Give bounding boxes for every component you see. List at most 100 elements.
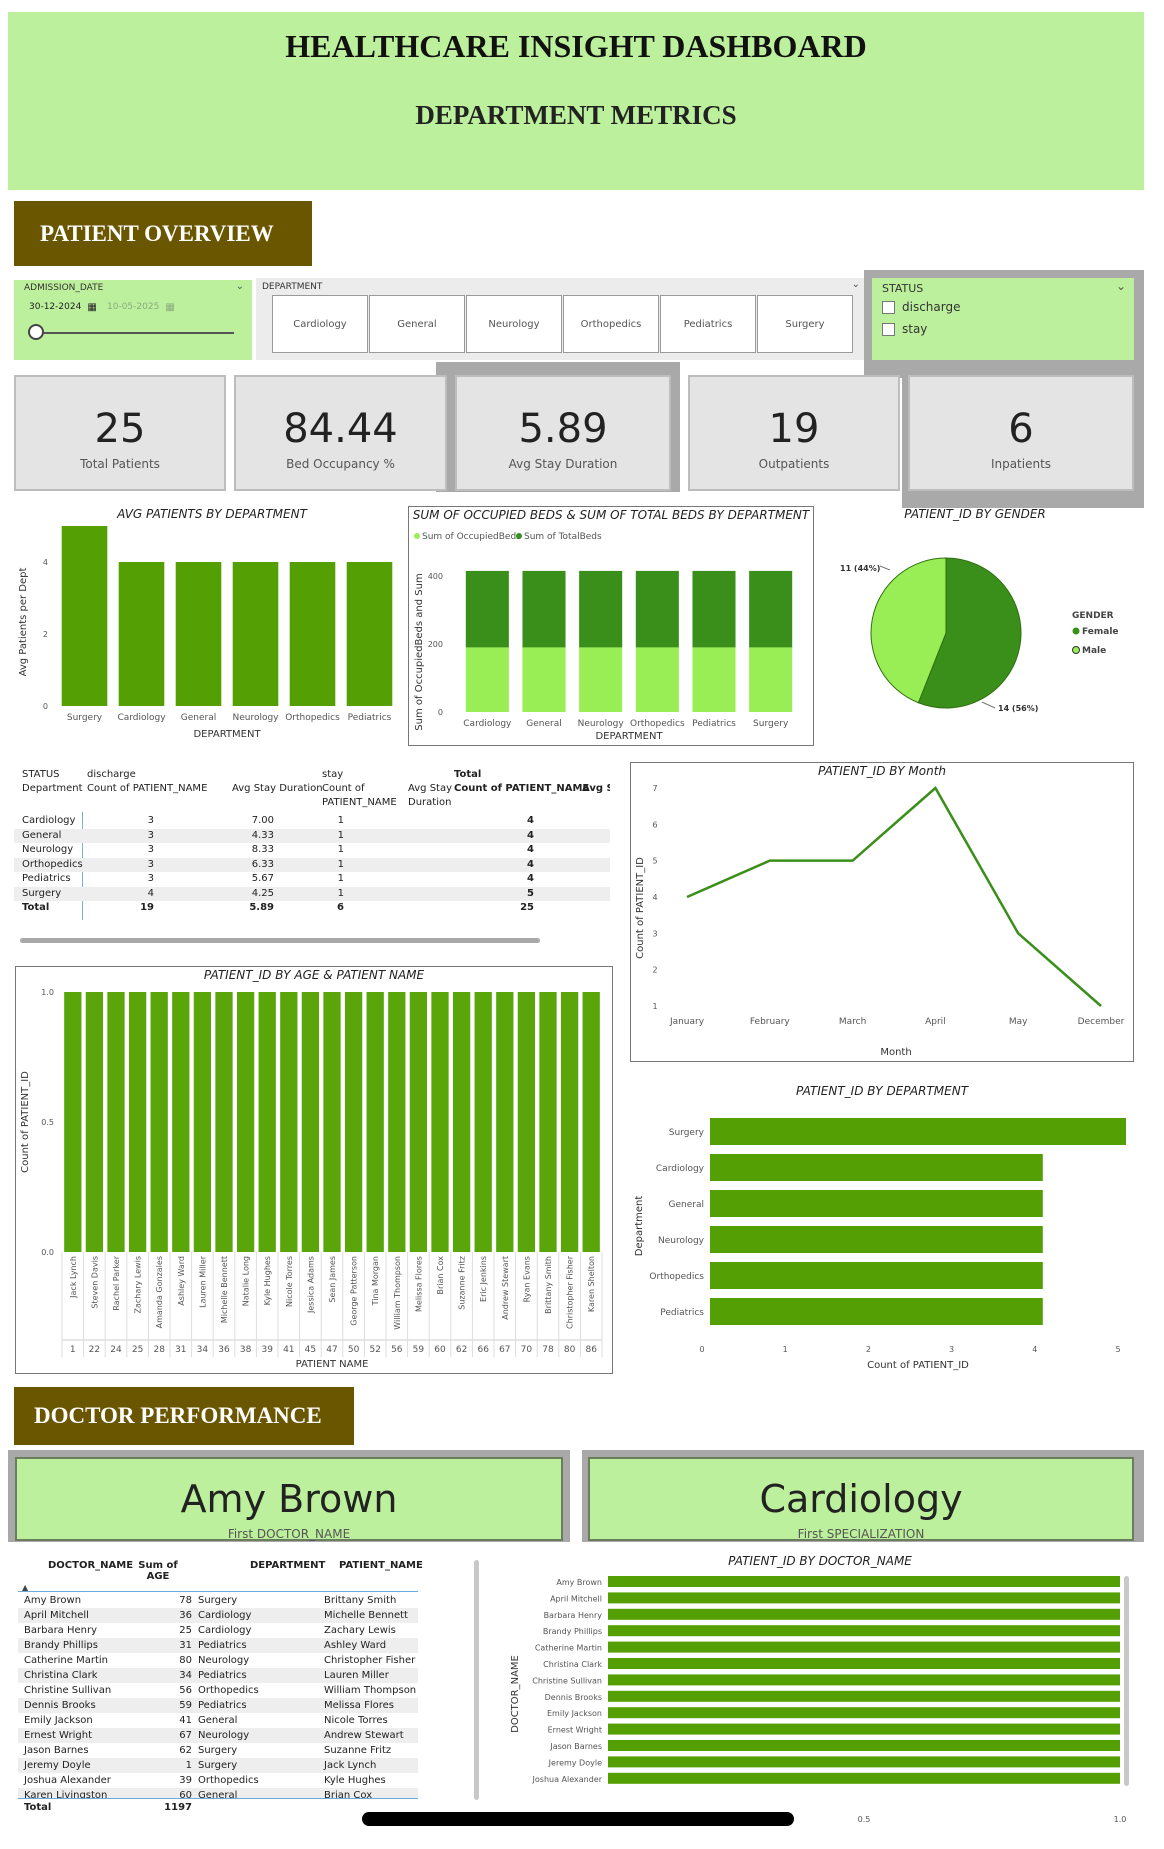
table-cell: Neurology bbox=[22, 844, 74, 855]
dept-button-general[interactable]: General bbox=[369, 295, 465, 353]
age-tick-label: 67 bbox=[499, 1345, 510, 1355]
table-total-rule bbox=[18, 1798, 418, 1799]
bar bbox=[608, 1658, 1120, 1669]
bar bbox=[85, 992, 104, 1252]
age-tick-label: 60 bbox=[434, 1345, 446, 1355]
x-tick-label: Ashley Ward bbox=[177, 1256, 186, 1306]
y-axis-label: Department bbox=[634, 1196, 645, 1257]
checkbox-icon[interactable] bbox=[882, 300, 895, 314]
table-cell: Orthopedics bbox=[198, 1685, 259, 1696]
x-tick-label: March bbox=[839, 1017, 866, 1027]
table-row[interactable]: April Mitchell 36 Cardiology Michelle Benne… bbox=[18, 1608, 418, 1623]
age-tick-label: 66 bbox=[477, 1345, 489, 1355]
y-tick-label: Orthopedics bbox=[649, 1272, 704, 1282]
table-row[interactable]: Christine Sullivan 56 Orthopedics William T… bbox=[18, 1683, 418, 1698]
table-row[interactable]: Amy Brown 78 Surgery Brittany Smith bbox=[18, 1593, 418, 1608]
table-cell: 56 bbox=[179, 1685, 192, 1696]
doctor-table-vertical-scrollbar[interactable] bbox=[474, 1560, 479, 1800]
table-cell: Jason Barnes bbox=[24, 1745, 89, 1756]
chevron-down-icon[interactable]: ⌄ bbox=[236, 281, 244, 292]
date-slider-track[interactable] bbox=[36, 332, 234, 334]
x-tick-label: 2 bbox=[866, 1345, 871, 1354]
matrix-total-header: Total Count of PATIENT_NAME bbox=[454, 768, 589, 796]
table-cell: 1 bbox=[185, 1760, 192, 1771]
bar bbox=[608, 1608, 1120, 1620]
legend-label: Sum of OccupiedBeds bbox=[422, 532, 521, 542]
bar bbox=[289, 562, 336, 706]
chart-title: PATIENT_ID BY DOCTOR_NAME bbox=[728, 1554, 912, 1568]
chevron-down-icon[interactable]: ⌄ bbox=[1116, 279, 1126, 293]
age-tick-label: 45 bbox=[305, 1345, 316, 1355]
table-row[interactable]: Karen Livingston 60 General Brian Cox bbox=[18, 1788, 418, 1798]
bar-total bbox=[579, 570, 623, 648]
bar bbox=[608, 1674, 1120, 1686]
start-date-input[interactable]: 30-12-2024 ▦ bbox=[24, 297, 109, 317]
table-cell: Amy Brown bbox=[24, 1595, 82, 1606]
table-row[interactable]: Jason Barnes 62 Surgery Suzanne Fritz bbox=[18, 1743, 418, 1758]
bar-total bbox=[749, 570, 793, 648]
doctor-chart-vertical-scrollbar[interactable] bbox=[1124, 1576, 1129, 1786]
admission-date-label: ADMISSION_DATE bbox=[24, 283, 104, 293]
table-row[interactable]: Catherine Martin 80 Neurology Christopher F… bbox=[18, 1653, 418, 1668]
status-matrix-table[interactable]: STATUS Department discharge Count of PATIE… bbox=[14, 762, 610, 942]
bar bbox=[232, 562, 279, 706]
bar bbox=[280, 992, 298, 1252]
status-option-discharge[interactable]: discharge bbox=[882, 300, 960, 314]
x-tick-label: Lauren Miller bbox=[198, 1255, 207, 1308]
table-row[interactable]: Brandy Phillips 31 Pediatrics Ashley Ward bbox=[18, 1638, 418, 1653]
y-tick-label: Ernest Wright bbox=[548, 1726, 602, 1735]
status-slicer[interactable]: STATUS ⌄ discharge stay bbox=[872, 278, 1134, 360]
matrix-horizontal-scrollbar[interactable] bbox=[20, 938, 540, 943]
kpi-label: Avg Stay Duration bbox=[508, 457, 618, 471]
dept-button-neurology[interactable]: Neurology bbox=[466, 295, 562, 353]
table-row[interactable]: Ernest Wright 67 Neurology Andrew Stewart bbox=[18, 1728, 418, 1743]
bar bbox=[301, 992, 320, 1252]
dept-button-surgery[interactable]: Surgery bbox=[757, 295, 853, 353]
table-row[interactable]: Emily Jackson 41 General Nicole Torres bbox=[18, 1713, 418, 1728]
bar bbox=[710, 1154, 1043, 1181]
bar bbox=[323, 992, 341, 1252]
table-cell: Brian Cox bbox=[324, 1790, 373, 1798]
header-cell: Avg Stay Duration bbox=[232, 783, 323, 794]
section-patient-overview: PATIENT OVERVIEW bbox=[14, 201, 312, 266]
x-tick-label: Melissa Flores bbox=[414, 1256, 423, 1312]
y-tick-label: 400 bbox=[428, 572, 443, 581]
pie-data-label: 14 (56%) bbox=[998, 704, 1038, 713]
header-cell: DOCTOR_NAME bbox=[48, 1560, 134, 1571]
age-tick-label: 39 bbox=[261, 1345, 273, 1355]
table-cell: 25 bbox=[179, 1625, 192, 1636]
table-cell: Jack Lynch bbox=[324, 1760, 377, 1771]
y-tick-label: Joshua Alexander bbox=[532, 1775, 603, 1784]
end-date-input[interactable]: 10-05-2025 ▦ bbox=[102, 297, 187, 317]
table-row[interactable]: Barbara Henry 25 Cardiology Zachary Lewis bbox=[18, 1623, 418, 1638]
table-row[interactable]: Dennis Brooks 59 Pediatrics Melissa Flores bbox=[18, 1698, 418, 1713]
y-tick-label: 5 bbox=[652, 857, 657, 866]
total-value: 1197 bbox=[164, 1802, 192, 1813]
table-row[interactable]: Jeremy Doyle 1 Surgery Jack Lynch bbox=[18, 1758, 418, 1773]
admission-date-slicer[interactable]: ADMISSION_DATE ⌄ 30-12-2024 ▦ 10-05-2025… bbox=[14, 280, 252, 360]
x-tick-label: Neurology bbox=[232, 713, 279, 723]
card-label: First DOCTOR_NAME bbox=[227, 1527, 351, 1541]
doctor-table[interactable]: DOCTOR_NAME Sum of AGE DEPARTMENT PATIEN… bbox=[18, 1556, 480, 1826]
table-row[interactable]: Joshua Alexander 39 Orthopedics Kyle Hughes bbox=[18, 1773, 418, 1788]
x-tick-label: Surgery bbox=[67, 713, 103, 723]
total-row: Total 19 5.89 6 25 bbox=[14, 901, 610, 915]
header-cell: Department bbox=[22, 783, 83, 794]
age-tick-label: 78 bbox=[542, 1345, 554, 1355]
dept-button-pediatrics[interactable]: Pediatrics bbox=[660, 295, 756, 353]
chart-by-age-patient: Jack Lynch 1 Steven Davis 22 Rachel Parker 24… bbox=[20, 988, 603, 1370]
header-cell: Total bbox=[454, 769, 482, 780]
table-cell: 36 bbox=[179, 1610, 192, 1621]
y-tick-label: Christina Clark bbox=[543, 1660, 602, 1669]
dept-button-orthopedics[interactable]: Orthopedics bbox=[563, 295, 659, 353]
matrix-stay-header: stay Count of PATIENT_NAME bbox=[322, 768, 402, 810]
status-option-stay[interactable]: stay bbox=[882, 322, 927, 336]
dept-button-cardiology[interactable]: Cardiology bbox=[272, 295, 368, 353]
age-tick-label: 28 bbox=[153, 1345, 165, 1355]
date-slider-handle[interactable] bbox=[28, 324, 44, 340]
checkbox-icon[interactable] bbox=[882, 322, 895, 336]
chevron-down-icon[interactable]: ⌄ bbox=[852, 279, 860, 290]
table-row[interactable]: Christina Clark 34 Pediatrics Lauren Miller bbox=[18, 1668, 418, 1683]
age-tick-label: 25 bbox=[132, 1345, 143, 1355]
header-cell: DEPARTMENT bbox=[250, 1560, 326, 1571]
